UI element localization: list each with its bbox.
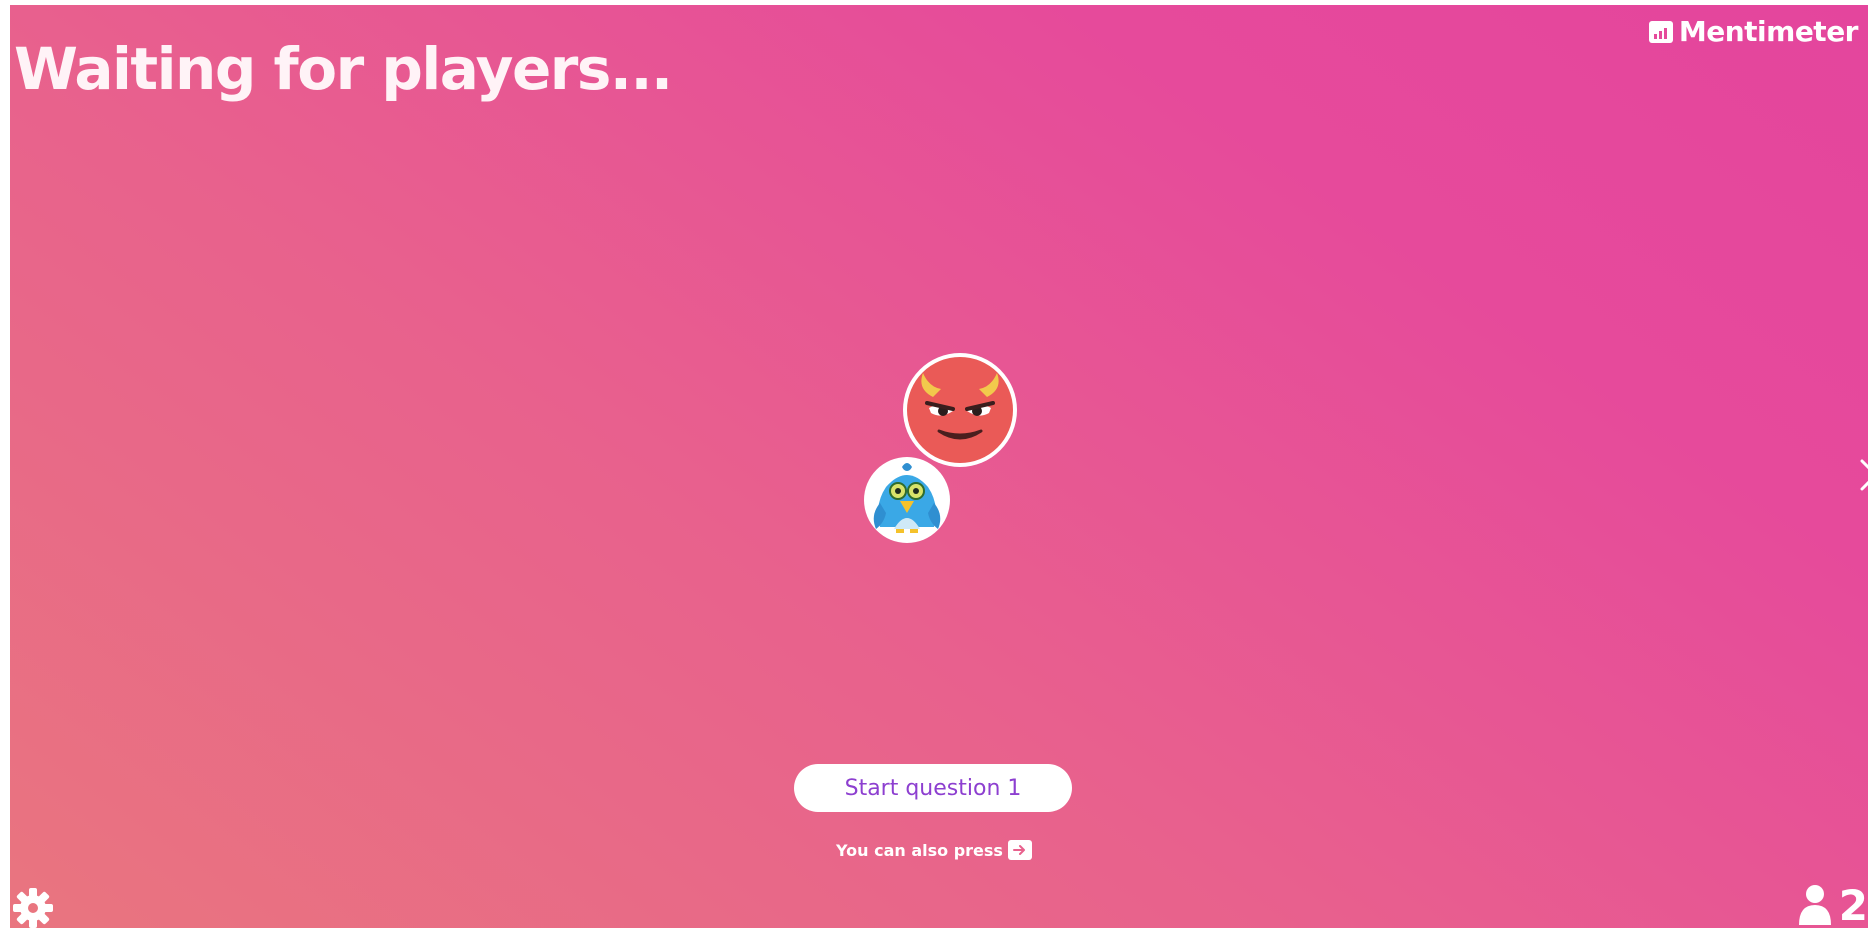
brand-logo: Mentimeter <box>1648 15 1859 48</box>
participants-counter: 2 <box>1797 883 1868 928</box>
gear-icon[interactable] <box>12 887 54 928</box>
presentation-stage: Waiting for players... Mentimeter Start … <box>10 5 1868 928</box>
start-question-button[interactable]: Start question 1 <box>794 764 1072 812</box>
keyboard-hint: You can also press <box>834 840 1034 860</box>
person-icon <box>1797 883 1833 928</box>
page-title: Waiting for players... <box>14 35 673 103</box>
blue-bird-icon <box>867 460 947 540</box>
devil-avatar <box>903 353 1017 467</box>
participants-count: 2 <box>1838 881 1868 928</box>
bird-avatar <box>864 457 950 543</box>
chevron-right-icon[interactable] <box>1858 455 1868 495</box>
right-arrow-key-icon <box>1007 840 1032 860</box>
devil-face-icon <box>907 357 1013 463</box>
brand-name: Mentimeter <box>1678 15 1859 48</box>
bar-chart-icon <box>1648 20 1673 43</box>
hint-text: You can also press <box>836 840 1003 860</box>
